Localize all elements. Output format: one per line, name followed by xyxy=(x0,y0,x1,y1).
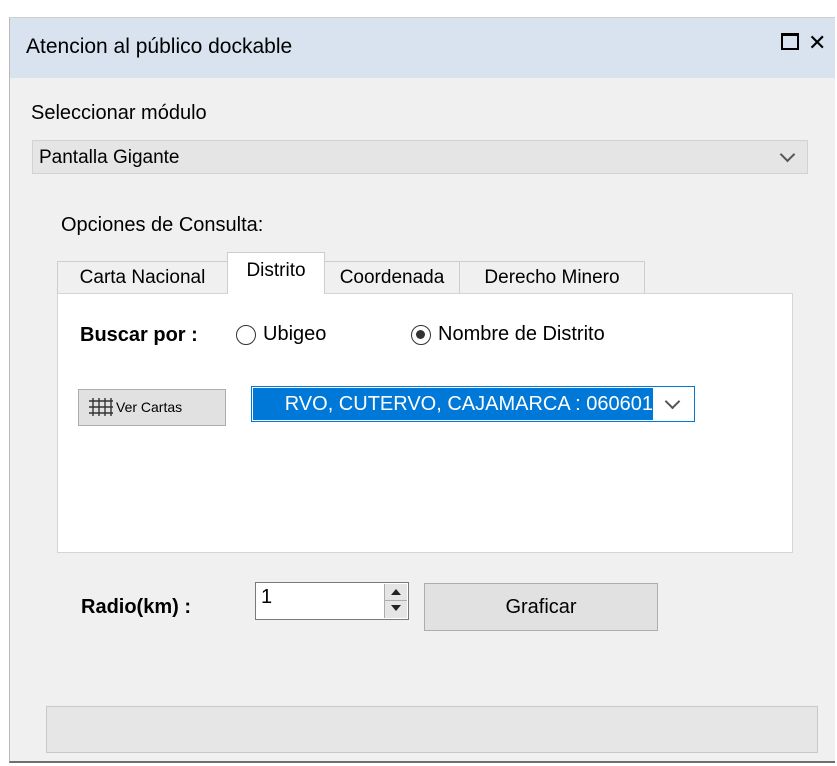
distrito-selected-text[interactable]: RVO, CUTERVO, CAJAMARCA : 060601 xyxy=(253,388,653,420)
stepper-up-button[interactable] xyxy=(385,584,407,601)
tab-coordenada[interactable]: Coordenada xyxy=(324,261,460,294)
module-select-value: Pantalla Gigante xyxy=(39,147,180,168)
window-title: Atencion al público dockable xyxy=(26,35,293,58)
module-label: Seleccionar módulo xyxy=(31,102,207,124)
radio-km-label: Radio(km) : xyxy=(81,596,191,618)
graficar-button[interactable]: Graficar xyxy=(424,583,658,631)
close-icon[interactable]: ✕ xyxy=(808,32,826,54)
search-by-label: Buscar por : xyxy=(80,324,198,346)
stepper-down-button[interactable] xyxy=(385,601,407,618)
dockable-panel: Atencion al público dockable ✕ Seleccion… xyxy=(9,17,835,763)
chevron-down-icon[interactable] xyxy=(664,393,681,410)
query-options-label: Opciones de Consulta: xyxy=(61,214,264,236)
grid-icon xyxy=(89,398,113,416)
radio-nombre-distrito[interactable] xyxy=(411,325,431,345)
ver-cartas-label: Ver Cartas xyxy=(116,399,183,415)
chevron-down-icon xyxy=(779,146,796,163)
tab-carta-nacional[interactable]: Carta Nacional xyxy=(57,261,228,294)
distrito-combobox[interactable]: RVO, CUTERVO, CAJAMARCA : 060601 xyxy=(251,386,695,422)
title-bar[interactable]: Atencion al público dockable ✕ xyxy=(10,18,835,78)
arrow-up-icon xyxy=(391,589,401,595)
tab-page-distrito: Buscar por : Ubigeo Nombre de Distrito V… xyxy=(57,293,793,553)
module-select[interactable]: Pantalla Gigante xyxy=(32,140,808,174)
radio-ubigeo[interactable] xyxy=(236,325,256,345)
tab-distrito[interactable]: Distrito xyxy=(227,252,325,294)
maximize-icon[interactable] xyxy=(781,32,799,54)
stepper-arrows xyxy=(384,584,407,618)
arrow-down-icon xyxy=(391,605,401,611)
radio-ubigeo-label[interactable]: Ubigeo xyxy=(263,323,326,346)
tab-derecho-minero[interactable]: Derecho Minero xyxy=(459,261,645,294)
ver-cartas-button[interactable]: Ver Cartas xyxy=(78,389,226,426)
radio-km-stepper[interactable]: 1 xyxy=(255,582,409,620)
radio-nombre-distrito-label[interactable]: Nombre de Distrito xyxy=(438,323,605,346)
radio-km-value[interactable]: 1 xyxy=(261,586,272,609)
status-bar xyxy=(46,706,818,753)
